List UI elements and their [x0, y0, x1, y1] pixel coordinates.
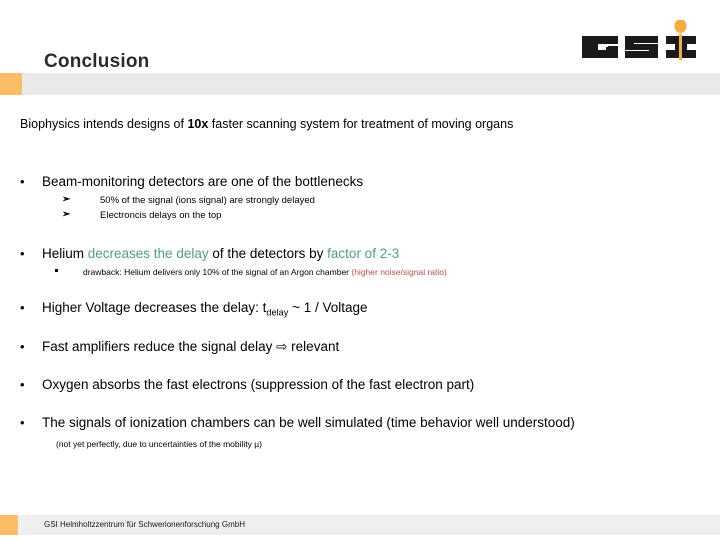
lead-part-2: faster scanning system for treatment of … — [208, 117, 514, 131]
sub-bullet-text: 50% of the signal (ions signal) are stro… — [100, 195, 315, 206]
sub-bullet-text: drawback: Helium delivers only 10% of th… — [83, 266, 447, 278]
bullet-helium: • Helium decreases the delay of the dete… — [20, 245, 399, 262]
bullet-glyph: • — [20, 339, 25, 354]
sub-bullet-text: Electroncis delays on the top — [100, 210, 222, 221]
arrow-bullet-icon: ➢ — [62, 209, 71, 220]
voltage-subscript: delay — [266, 307, 289, 318]
lead-statement: Biophysics intends designs of 10x faster… — [20, 116, 513, 132]
sub-bullet-signal-delay: ➢ 50% of the signal (ions signal) are st… — [62, 194, 315, 207]
lead-emphasis: 10x — [187, 117, 209, 131]
footnote-mobility: (not yet perfectly, due to uncertainties… — [56, 439, 263, 449]
slide-header: Conclusion — [0, 0, 720, 98]
bullet-text: Fast amplifiers reduce the signal delay … — [42, 339, 340, 354]
page-title: Conclusion — [44, 51, 150, 72]
bullet-beam-monitoring: • Beam-monitoring detectors are one of t… — [20, 173, 363, 190]
gsi-logo — [580, 20, 702, 64]
slide-body: Biophysics intends designs of 10x faster… — [0, 98, 720, 493]
bullet-fast-amplifiers: • Fast amplifiers reduce the signal dela… — [20, 338, 339, 355]
bullet-glyph: • — [20, 415, 25, 430]
bullet-glyph: • — [20, 174, 25, 189]
helium-segment-4: factor of 2-3 — [327, 246, 400, 261]
bullet-text: Higher Voltage decreases the delay: tdel… — [42, 299, 368, 322]
bullet-text: The signals of ionization chambers can b… — [42, 415, 575, 430]
bullet-text: Beam-monitoring detectors are one of the… — [42, 174, 364, 189]
drawback-lead: drawback: Helium delivers only 10% of th… — [83, 267, 352, 277]
helium-segment-2: decreases the delay — [87, 246, 209, 261]
drawback-highlight: (higher noise/signal ratio) — [351, 267, 447, 277]
sub-bullet-helium-drawback: drawback: Helium delivers only 10% of th… — [55, 266, 447, 278]
bullet-text: Oxygen absorbs the fast electrons (suppr… — [42, 377, 475, 392]
bullet-glyph: • — [20, 246, 25, 261]
arrow-bullet-icon: ➢ — [62, 194, 71, 205]
title-accent-square — [0, 73, 22, 95]
footer-accent-square — [0, 515, 18, 535]
slide-footer: GSI Helmholtzzentrum für Schwerionenfors… — [0, 505, 720, 540]
title-underline-band — [0, 73, 720, 95]
bullet-ionization-chambers: • The signals of ionization chambers can… — [20, 414, 575, 431]
square-bullet-icon — [55, 269, 58, 272]
footer-organization: GSI Helmholtzzentrum für Schwerionenfors… — [44, 520, 245, 529]
lead-part-1: Biophysics intends designs of — [20, 117, 188, 131]
helium-segment-3: of the detectors by — [208, 246, 328, 261]
voltage-suffix: ~ 1 / Voltage — [288, 300, 368, 315]
bullet-higher-voltage: • Higher Voltage decreases the delay: td… — [20, 299, 368, 322]
bullet-glyph: • — [20, 377, 25, 392]
sub-bullet-electronics-delay: ➢ Electroncis delays on the top — [62, 209, 221, 222]
bullet-glyph: • — [20, 300, 25, 315]
bullet-oxygen: • Oxygen absorbs the fast electrons (sup… — [20, 376, 474, 393]
bullet-text: Helium decreases the delay of the detect… — [42, 245, 399, 262]
helium-segment-1: Helium — [42, 246, 88, 261]
voltage-prefix: Higher Voltage decreases the delay: t — [42, 300, 267, 315]
